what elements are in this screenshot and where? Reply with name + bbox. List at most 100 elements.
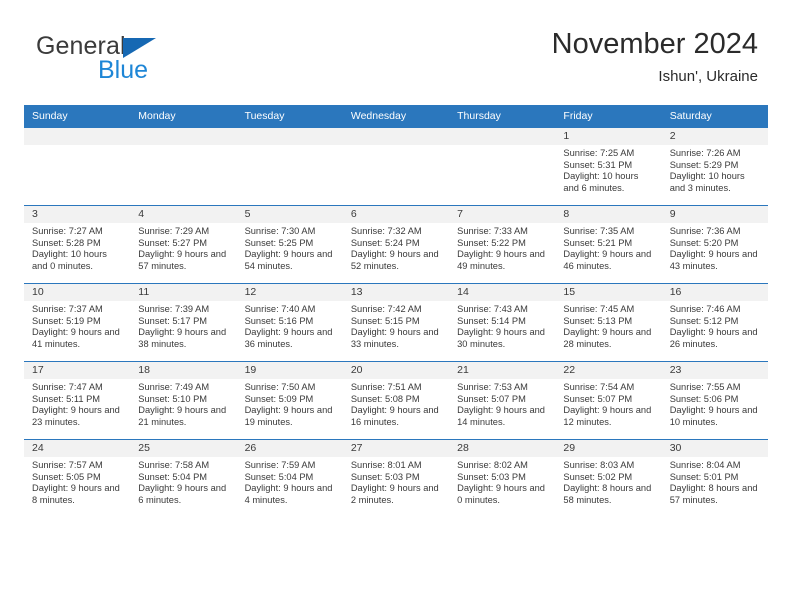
calendar-day-cell[interactable]: 24 Sunrise: 7:57 AM Sunset: 5:05 PM Dayligh… [24, 439, 131, 517]
day-number: 21 [449, 362, 556, 379]
sunrise-time: Sunrise: 8:04 AM [669, 460, 741, 470]
sunset-time: Sunset: 5:04 PM [138, 471, 208, 482]
day-details: Sunrise: 7:30 AM Sunset: 5:25 PM Daylight:… [237, 223, 343, 272]
day-number: 26 [236, 440, 343, 457]
calendar-day-cell[interactable]: 25 Sunrise: 7:58 AM Sunset: 5:04 PM Dayligh… [130, 439, 237, 517]
day-number: 13 [342, 284, 450, 301]
sunset-time: Sunset: 5:22 PM [457, 237, 526, 248]
calendar-day-cell[interactable]: 20 Sunrise: 7:51 AM Sunset: 5:08 PM Dayligh… [342, 361, 450, 440]
day-number: 30 [661, 440, 768, 457]
general-blue-logo: General Blue [36, 32, 236, 88]
calendar-grid: Sunday Monday Tuesday Wednesday Thursday… [24, 105, 768, 517]
calendar-day-cell[interactable]: 10 Sunrise: 7:37 AM Sunset: 5:19 PM Dayligh… [24, 283, 131, 362]
title-block: November 2024 Ishun', Ukraine [552, 26, 758, 88]
daylight-duration: Daylight: 9 hours and 33 minutes. [350, 327, 439, 349]
calendar-day-cell[interactable]: 26 Sunrise: 7:59 AM Sunset: 5:04 PM Dayligh… [236, 439, 343, 517]
daylight-duration: Daylight: 10 hours and 6 minutes. [563, 171, 639, 193]
daylight-duration: Daylight: 9 hours and 57 minutes. [138, 249, 227, 271]
sunrise-time: Sunrise: 7:35 AM [563, 226, 635, 236]
calendar-day-cell[interactable]: 18 Sunrise: 7:49 AM Sunset: 5:10 PM Dayligh… [130, 361, 237, 440]
sunrise-time: Sunrise: 7:59 AM [244, 460, 316, 470]
day-details: Sunrise: 7:47 AM Sunset: 5:11 PM Daylight:… [24, 379, 130, 428]
sunrise-time: Sunrise: 7:57 AM [32, 460, 103, 470]
daylight-duration: Daylight: 9 hours and 10 minutes. [669, 405, 758, 427]
page-subtitle-location: Ishun', Ukraine [658, 68, 758, 85]
sunset-time: Sunset: 5:27 PM [138, 237, 208, 248]
sunset-time: Sunset: 5:13 PM [563, 315, 633, 326]
calendar-day-cell[interactable]: 15 Sunrise: 7:45 AM Sunset: 5:13 PM Dayligh… [555, 283, 662, 362]
calendar-day-cell-empty [24, 127, 131, 206]
daylight-duration: Daylight: 9 hours and 26 minutes. [669, 327, 758, 349]
sunset-time: Sunset: 5:04 PM [244, 471, 314, 482]
day-details: Sunrise: 8:02 AM Sunset: 5:03 PM Daylight:… [449, 457, 555, 506]
sunset-time: Sunset: 5:20 PM [669, 237, 739, 248]
day-number: 25 [130, 440, 237, 457]
sunrise-time: Sunrise: 7:25 AM [563, 148, 635, 158]
calendar-day-cell[interactable]: 4 Sunrise: 7:29 AM Sunset: 5:27 PM Daylight… [130, 205, 237, 284]
calendar-day-cell[interactable]: 21 Sunrise: 7:53 AM Sunset: 5:07 PM Dayligh… [449, 361, 556, 440]
day-number: 29 [555, 440, 662, 457]
sunset-time: Sunset: 5:06 PM [669, 393, 739, 404]
calendar-day-cell[interactable]: 1 Sunrise: 7:25 AM Sunset: 5:31 PM Daylight… [555, 127, 662, 206]
calendar-day-cell[interactable]: 28 Sunrise: 8:02 AM Sunset: 5:03 PM Dayligh… [449, 439, 556, 517]
day-number: 10 [24, 284, 131, 301]
calendar-day-cell[interactable]: 13 Sunrise: 7:42 AM Sunset: 5:15 PM Dayligh… [342, 283, 450, 362]
sunrise-time: Sunrise: 7:45 AM [563, 304, 635, 314]
day-details: Sunrise: 7:54 AM Sunset: 5:07 PM Daylight:… [555, 379, 661, 428]
calendar-day-cell[interactable]: 8 Sunrise: 7:35 AM Sunset: 5:21 PM Daylight… [555, 205, 662, 284]
calendar-page: General Blue November 2024 Ishun', Ukrai… [0, 0, 792, 612]
sunset-time: Sunset: 5:14 PM [457, 315, 526, 326]
calendar-day-cell[interactable]: 23 Sunrise: 7:55 AM Sunset: 5:06 PM Dayligh… [661, 361, 768, 440]
page-header: General Blue November 2024 Ishun', Ukrai… [24, 26, 768, 98]
sunset-time: Sunset: 5:28 PM [32, 237, 101, 248]
sunrise-time: Sunrise: 7:46 AM [669, 304, 741, 314]
weekday-header-thursday: Thursday [449, 105, 556, 128]
calendar-day-cell[interactable]: 7 Sunrise: 7:33 AM Sunset: 5:22 PM Daylight… [449, 205, 556, 284]
day-details: Sunrise: 7:50 AM Sunset: 5:09 PM Daylight:… [237, 379, 343, 428]
calendar-day-cell[interactable]: 2 Sunrise: 7:26 AM Sunset: 5:29 PM Daylight… [661, 127, 768, 206]
calendar-day-cell-empty [236, 127, 343, 206]
daylight-duration: Daylight: 9 hours and 46 minutes. [563, 249, 652, 271]
calendar-day-cell[interactable]: 11 Sunrise: 7:39 AM Sunset: 5:17 PM Dayligh… [130, 283, 237, 362]
calendar-day-cell[interactable]: 9 Sunrise: 7:36 AM Sunset: 5:20 PM Daylight… [661, 205, 768, 284]
day-number [130, 128, 237, 145]
sunrise-time: Sunrise: 7:30 AM [244, 226, 316, 236]
calendar-week-row: 1 Sunrise: 7:25 AM Sunset: 5:31 PM Daylight… [24, 127, 768, 206]
day-number: 16 [661, 284, 768, 301]
calendar-day-cell[interactable]: 30 Sunrise: 8:04 AM Sunset: 5:01 PM Dayligh… [661, 439, 768, 517]
day-details: Sunrise: 7:59 AM Sunset: 5:04 PM Daylight:… [237, 457, 343, 506]
calendar-day-cell[interactable]: 27 Sunrise: 8:01 AM Sunset: 5:03 PM Dayligh… [342, 439, 450, 517]
calendar-body: 1 Sunrise: 7:25 AM Sunset: 5:31 PM Daylight… [24, 127, 768, 517]
calendar-day-cell[interactable]: 3 Sunrise: 7:27 AM Sunset: 5:28 PM Daylight… [24, 205, 131, 284]
calendar-day-cell[interactable]: 5 Sunrise: 7:30 AM Sunset: 5:25 PM Daylight… [236, 205, 343, 284]
daylight-duration: Daylight: 10 hours and 0 minutes. [32, 249, 107, 271]
day-details: Sunrise: 8:04 AM Sunset: 5:01 PM Daylight:… [662, 457, 768, 506]
calendar-day-cell[interactable]: 14 Sunrise: 7:43 AM Sunset: 5:14 PM Dayligh… [449, 283, 556, 362]
daylight-duration: Daylight: 9 hours and 2 minutes. [350, 483, 439, 505]
daylight-duration: Daylight: 10 hours and 3 minutes. [669, 171, 745, 193]
day-details: Sunrise: 7:35 AM Sunset: 5:21 PM Daylight:… [555, 223, 661, 272]
sunset-time: Sunset: 5:01 PM [669, 471, 739, 482]
sunrise-time: Sunrise: 8:01 AM [350, 460, 422, 470]
calendar-day-cell[interactable]: 17 Sunrise: 7:47 AM Sunset: 5:11 PM Dayligh… [24, 361, 131, 440]
daylight-duration: Daylight: 9 hours and 14 minutes. [457, 405, 545, 427]
calendar-day-cell[interactable]: 22 Sunrise: 7:54 AM Sunset: 5:07 PM Dayligh… [555, 361, 662, 440]
daylight-duration: Daylight: 8 hours and 58 minutes. [563, 483, 652, 505]
sunrise-time: Sunrise: 8:03 AM [563, 460, 635, 470]
day-details: Sunrise: 7:27 AM Sunset: 5:28 PM Daylight:… [24, 223, 130, 272]
sunrise-time: Sunrise: 7:55 AM [669, 382, 741, 392]
calendar-day-cell[interactable]: 19 Sunrise: 7:50 AM Sunset: 5:09 PM Dayligh… [236, 361, 343, 440]
day-details: Sunrise: 7:33 AM Sunset: 5:22 PM Daylight:… [449, 223, 555, 272]
calendar-day-cell[interactable]: 29 Sunrise: 8:03 AM Sunset: 5:02 PM Dayligh… [555, 439, 662, 517]
sunset-time: Sunset: 5:16 PM [244, 315, 314, 326]
calendar-day-cell[interactable]: 16 Sunrise: 7:46 AM Sunset: 5:12 PM Dayligh… [661, 283, 768, 362]
day-number: 3 [24, 206, 131, 223]
calendar-day-cell[interactable]: 12 Sunrise: 7:40 AM Sunset: 5:16 PM Dayligh… [236, 283, 343, 362]
daylight-duration: Daylight: 9 hours and 23 minutes. [32, 405, 120, 427]
calendar-day-cell[interactable]: 6 Sunrise: 7:32 AM Sunset: 5:24 PM Daylight… [342, 205, 450, 284]
calendar-day-cell-empty [342, 127, 450, 206]
day-details: Sunrise: 7:40 AM Sunset: 5:16 PM Daylight:… [237, 301, 343, 350]
day-number: 7 [449, 206, 556, 223]
sunrise-time: Sunrise: 7:39 AM [138, 304, 210, 314]
day-number: 14 [449, 284, 556, 301]
